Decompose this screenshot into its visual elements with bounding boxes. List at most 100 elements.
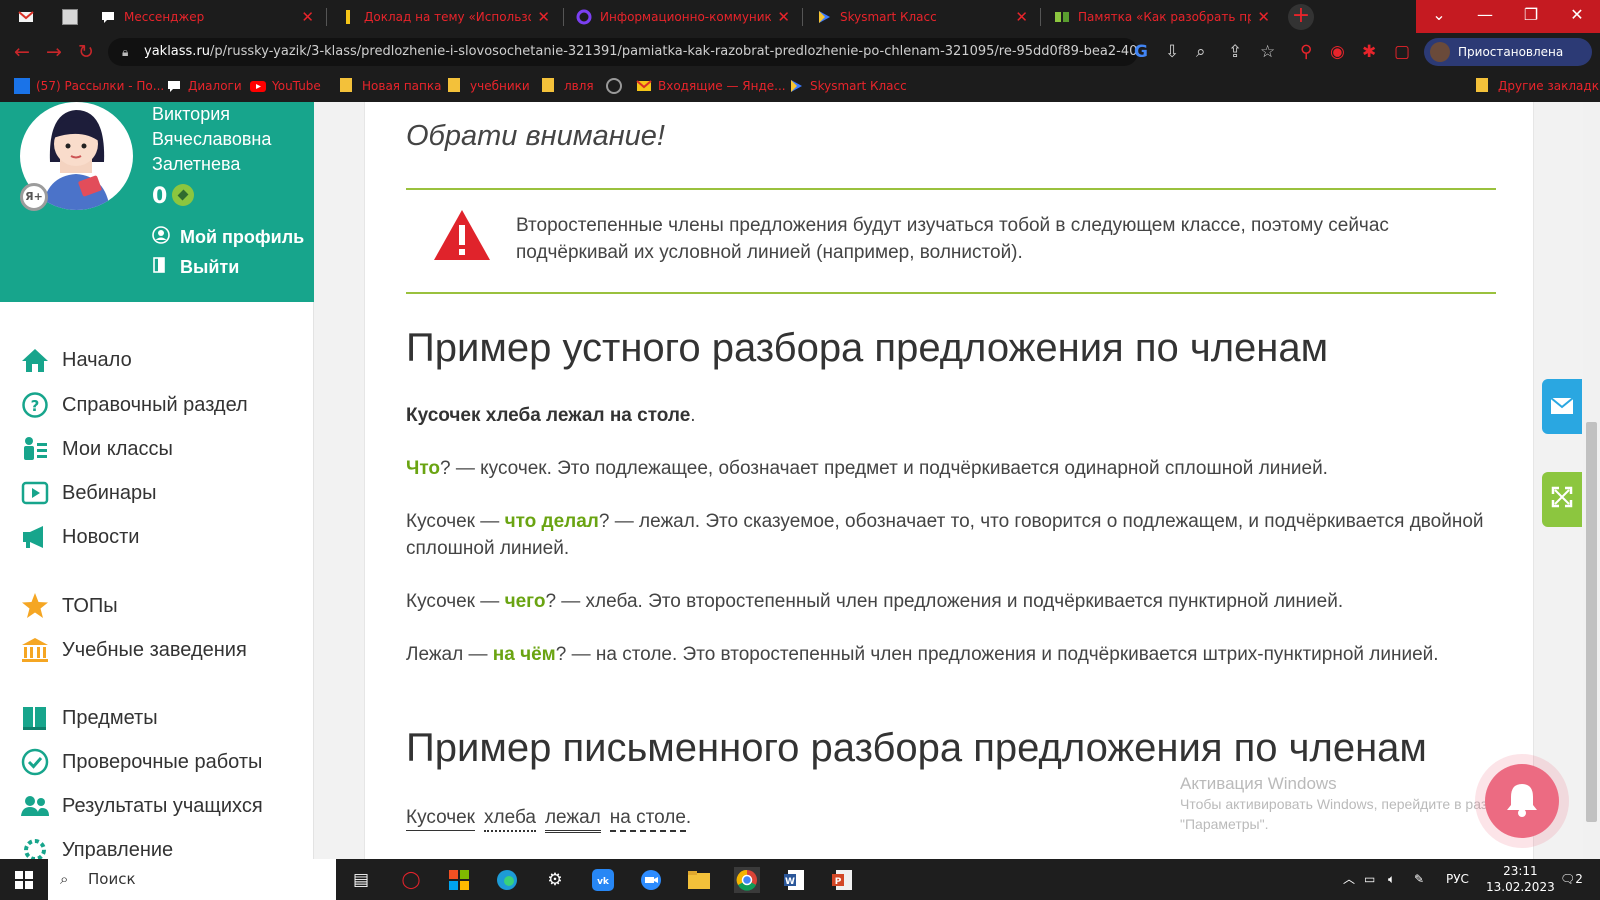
fullscreen-button[interactable] <box>1542 472 1582 527</box>
bookmark-item[interactable]: лвля <box>542 78 594 94</box>
back-arrow-icon[interactable]: ← <box>14 41 30 63</box>
pen-icon[interactable]: ✎ <box>1414 859 1424 900</box>
tab-messenger[interactable]: Мессенджер ✕ <box>90 0 324 33</box>
bookmark-item[interactable]: Новая папка <box>340 78 441 94</box>
bookmark-item[interactable]: Диалоги <box>166 78 242 94</box>
tab-doklad[interactable]: Доклад на тему «Использовани ✕ <box>330 0 560 33</box>
sidebar-item-tests[interactable]: Проверочные работы <box>20 747 262 777</box>
lock-icon: 🔒︎ <box>122 45 129 59</box>
url-bar[interactable]: 🔒︎ yaklass.ru/p/russky-yazik/3-klass/pre… <box>108 38 1138 66</box>
minimize-button[interactable]: — <box>1462 0 1508 33</box>
tab-info[interactable]: Информационно-коммуникаци ✕ <box>566 0 800 33</box>
folder-icon <box>1476 78 1492 94</box>
close-icon[interactable]: ✕ <box>777 8 790 26</box>
close-icon[interactable]: ✕ <box>1257 8 1270 26</box>
notification-center-icon[interactable]: 🗨︎2 <box>1560 859 1583 900</box>
restore-button[interactable]: ❐ <box>1508 0 1554 33</box>
bookmark-item[interactable] <box>606 78 628 94</box>
task-view-icon[interactable]: ▤ <box>348 867 374 893</box>
share-icon[interactable]: ⇪ <box>1228 42 1242 62</box>
bookmark-item[interactable]: Skysmart Класс <box>788 78 907 94</box>
books-icon <box>20 703 50 733</box>
edge-icon[interactable] <box>494 867 520 893</box>
bookmark-item[interactable]: YouTube <box>250 78 321 94</box>
photo-icon <box>62 8 78 25</box>
sidebar-item-reference[interactable]: ? Справочный раздел <box>20 390 248 420</box>
windows-start-icon[interactable] <box>11 867 37 893</box>
sidebar-item-tops[interactable]: ТОПы <box>20 591 118 621</box>
sidebar-item-subjects[interactable]: Предметы <box>20 703 158 733</box>
sidepanel-icon[interactable]: ▢ <box>1394 42 1410 62</box>
logout-link[interactable]: Выйти <box>152 256 239 279</box>
sidebar-item-home[interactable]: Начало <box>20 345 132 375</box>
bookmark-label: (57) Рассылки - По... <box>36 79 165 93</box>
settings-gear-icon[interactable]: ⚙ <box>542 867 568 893</box>
profile-button[interactable]: Приостановлена <box>1424 38 1592 66</box>
other-bookmarks[interactable]: Другие закладки <box>1476 78 1600 94</box>
sidebar-item-results[interactable]: Результаты учащихся <box>20 791 263 821</box>
sidebar-item-news[interactable]: Новости <box>20 522 139 552</box>
vk-icon[interactable]: vk <box>590 867 616 893</box>
bookmark-label: учебники <box>470 79 530 93</box>
bookmark-item[interactable]: учебники <box>448 78 530 94</box>
zoom-icon[interactable]: ⌕ <box>1196 42 1206 62</box>
bookmark-label: Другие закладки <box>1498 79 1600 93</box>
browser-tab-bar: Мессенджер ✕ Доклад на тему «Использован… <box>0 0 1600 33</box>
tab-photo[interactable] <box>52 0 88 33</box>
sidebar-item-schools[interactable]: Учебные заведения <box>20 635 247 665</box>
bookmark-item[interactable]: (57) Рассылки - По... <box>14 78 164 94</box>
language-indicator[interactable]: РУС <box>1446 859 1469 900</box>
store-icon[interactable] <box>446 867 472 893</box>
install-icon[interactable]: ⇩ <box>1165 42 1179 62</box>
bookmark-label: Новая папка <box>362 79 442 93</box>
url-path: /p/russky-yazik/3-klass/predlozhenie-i-s… <box>210 44 1138 59</box>
tab-yaklass-active[interactable]: Памятка «Как разобрать предл ✕ <box>1044 0 1280 33</box>
close-window-button[interactable]: ✕ <box>1554 0 1600 33</box>
help-icon: ? <box>20 390 50 420</box>
new-tab-button[interactable]: + <box>1288 4 1314 30</box>
tab-gmail[interactable] <box>8 0 50 33</box>
feedback-button[interactable] <box>1542 379 1582 434</box>
zoom-app-icon[interactable] <box>638 867 664 893</box>
extension-red-icon[interactable]: ◉ <box>1330 42 1345 62</box>
sidebar-item-webinars[interactable]: Вебинары <box>20 478 157 508</box>
sidebar-item-classes[interactable]: Мои классы <box>20 434 173 464</box>
word-icon[interactable]: W <box>782 867 808 893</box>
my-profile-link[interactable]: Мой профиль <box>152 226 304 249</box>
file-explorer-icon[interactable] <box>686 867 712 893</box>
chrome-icon[interactable] <box>734 867 760 893</box>
system-clock[interactable]: 23:11 13.02.2023 <box>1486 863 1555 895</box>
skysmart-icon <box>816 9 832 25</box>
google-icon[interactable]: G <box>1134 42 1148 62</box>
skysmart-icon <box>788 78 804 94</box>
location-pin-icon[interactable]: ⚲ <box>1300 42 1312 62</box>
tab-search-button[interactable]: ⌄ <box>1416 0 1462 33</box>
close-icon[interactable]: ✕ <box>1015 8 1028 26</box>
puzzle-icon[interactable]: ✱ <box>1362 42 1376 62</box>
sidebar-item-management[interactable]: Управление <box>20 835 173 859</box>
taskbar-search-input[interactable]: ⌕ Поиск <box>48 859 336 900</box>
network-icon[interactable]: ▭ <box>1364 859 1375 900</box>
explanation-adverbial: Лежал — на чём? — на столе. Это второсте… <box>406 644 1439 665</box>
tab-skysmart[interactable]: Skysmart Класс ✕ <box>806 0 1038 33</box>
bookmark-item[interactable]: Входящие — Янде... <box>636 78 786 94</box>
warning-icon <box>432 208 492 266</box>
notifications-button[interactable] <box>1485 764 1559 838</box>
opera-icon[interactable]: ◯ <box>398 867 424 893</box>
mail-icon <box>14 78 30 94</box>
svg-text:vk: vk <box>597 877 610 887</box>
forward-arrow-icon[interactable]: → <box>46 41 62 63</box>
check-icon <box>20 747 50 777</box>
reload-icon[interactable]: ↻ <box>78 41 94 63</box>
section-heading-written: Пример письменного разбора предложения п… <box>406 726 1427 770</box>
star-icon <box>20 591 50 621</box>
powerpoint-icon[interactable]: P <box>830 867 856 893</box>
profile-status: Приостановлена <box>1458 45 1564 59</box>
scrollbar-thumb[interactable] <box>1586 422 1597 822</box>
chevron-up-icon[interactable]: ︿ <box>1343 859 1355 900</box>
close-icon[interactable]: ✕ <box>537 8 550 26</box>
svg-text:W: W <box>785 877 795 887</box>
close-icon[interactable]: ✕ <box>301 8 314 26</box>
bookmark-star-icon[interactable]: ☆ <box>1260 42 1275 62</box>
volume-icon[interactable]: 🔈︎ <box>1388 859 1395 900</box>
